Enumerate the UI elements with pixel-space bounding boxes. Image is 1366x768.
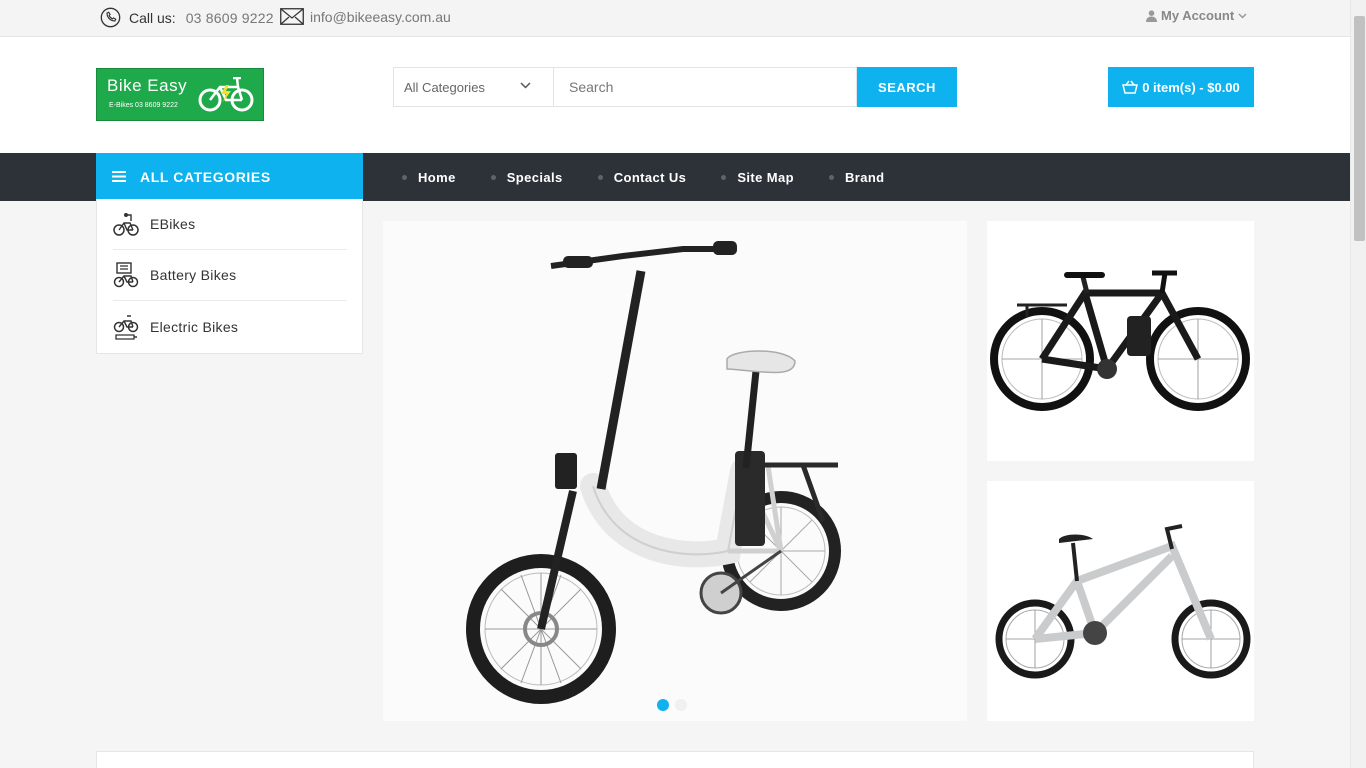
site-header: Bike Easy E-Bikes 03 8609 9222 All Categ…: [0, 37, 1350, 153]
silver-ebike-image: [995, 524, 1251, 679]
nav-item-label: Brand: [844, 169, 885, 185]
bullet-icon: [490, 174, 496, 180]
nav-item-label: Home: [418, 169, 456, 185]
logo-bike-icon: [198, 77, 254, 112]
phone-number[interactable]: 03 8609 9222: [186, 10, 274, 26]
search-input[interactable]: Search: [554, 67, 857, 107]
hero-slider[interactable]: [383, 221, 967, 721]
nav-item-site-map[interactable]: Site Map: [721, 170, 794, 185]
logo-title: Bike Easy: [107, 76, 188, 95]
site-logo[interactable]: Bike Easy E-Bikes 03 8609 9222: [96, 68, 264, 121]
all-categories-toggle[interactable]: ALL CATEGORIES: [96, 153, 363, 200]
nav-item-brand[interactable]: Brand: [828, 169, 885, 185]
nav-item-home[interactable]: Home: [402, 170, 456, 185]
scrollbar-thumb[interactable]: [1354, 16, 1365, 241]
content-section: [96, 751, 1254, 768]
sidebar-item-label: EBikes: [150, 216, 196, 232]
user-icon: [1146, 9, 1157, 22]
my-account-dropdown[interactable]: My Account: [1146, 8, 1247, 23]
top-bar: Call us: 03 8609 9222 info@bikeeasy.com.…: [0, 0, 1350, 37]
battery-bike-icon: [113, 262, 139, 288]
cart-label: 0 item(s) - $0.00: [1142, 79, 1240, 95]
category-select[interactable]: All Categories: [393, 67, 554, 107]
slider-dot[interactable]: [675, 699, 687, 711]
category-select-value: All Categories: [404, 79, 485, 95]
phone-contact: Call us: 03 8609 9222: [100, 7, 274, 28]
email-contact: info@bikeeasy.com.au: [280, 8, 451, 25]
sidebar-item-battery-bikes[interactable]: Battery Bikes: [113, 250, 347, 301]
search-button[interactable]: SEARCH: [857, 67, 957, 107]
chevron-down-icon: [520, 82, 531, 89]
phone-icon: [100, 7, 121, 28]
sidebar-item-label: Battery Bikes: [150, 267, 237, 283]
sidebar-item-label: Electric Bikes: [150, 318, 239, 335]
black-ebike-image: [990, 270, 1250, 411]
bullet-icon: [721, 174, 727, 180]
basket-icon: [1122, 80, 1139, 94]
nav-item-label: Specials: [506, 169, 563, 185]
search-bar: All Categories Search SEARCH: [393, 67, 957, 107]
promo-banner-bottom[interactable]: [987, 481, 1254, 721]
sidebar-item-ebikes[interactable]: EBikes: [113, 199, 347, 250]
email-link[interactable]: info@bikeeasy.com.au: [310, 9, 451, 25]
main-nav: ALL CATEGORIES Home Specials Contact Us …: [0, 153, 1350, 201]
my-account-label: My Account: [1161, 8, 1235, 23]
sidebar-item-electric-bikes[interactable]: Electric Bikes: [113, 301, 347, 352]
nav-menu: Home Specials Contact Us Site Map Brand: [402, 153, 920, 201]
bullet-icon: [828, 174, 834, 180]
promo-banner-top[interactable]: [987, 221, 1254, 461]
nav-item-specials[interactable]: Specials: [490, 169, 563, 185]
logo-subtitle: E-Bikes 03 8609 9222: [109, 102, 178, 109]
call-label: Call us:: [129, 9, 176, 26]
cart-button[interactable]: 0 item(s) - $0.00: [1108, 67, 1254, 107]
nav-item-label: Contact Us: [613, 169, 687, 185]
all-categories-label: ALL CATEGORIES: [140, 168, 271, 185]
page-scrollbar[interactable]: [1350, 0, 1366, 768]
envelope-icon: [280, 8, 304, 25]
slider-pagination: [657, 699, 693, 711]
nav-item-label: Site Map: [737, 169, 794, 185]
ebike-icon: [113, 213, 139, 236]
nav-item-contact-us[interactable]: Contact Us: [597, 169, 687, 185]
hamburger-icon: [112, 171, 126, 182]
category-sidebar: EBikes Battery Bikes Electric Bikes: [96, 199, 363, 354]
slider-dot-active[interactable]: [657, 699, 669, 711]
bullet-icon: [597, 174, 603, 180]
electric-bike-icon: [113, 314, 139, 340]
search-placeholder: Search: [569, 79, 614, 95]
folding-ebike-image: [466, 241, 841, 704]
chevron-down-icon: [1238, 12, 1247, 19]
bullet-icon: [402, 174, 407, 180]
